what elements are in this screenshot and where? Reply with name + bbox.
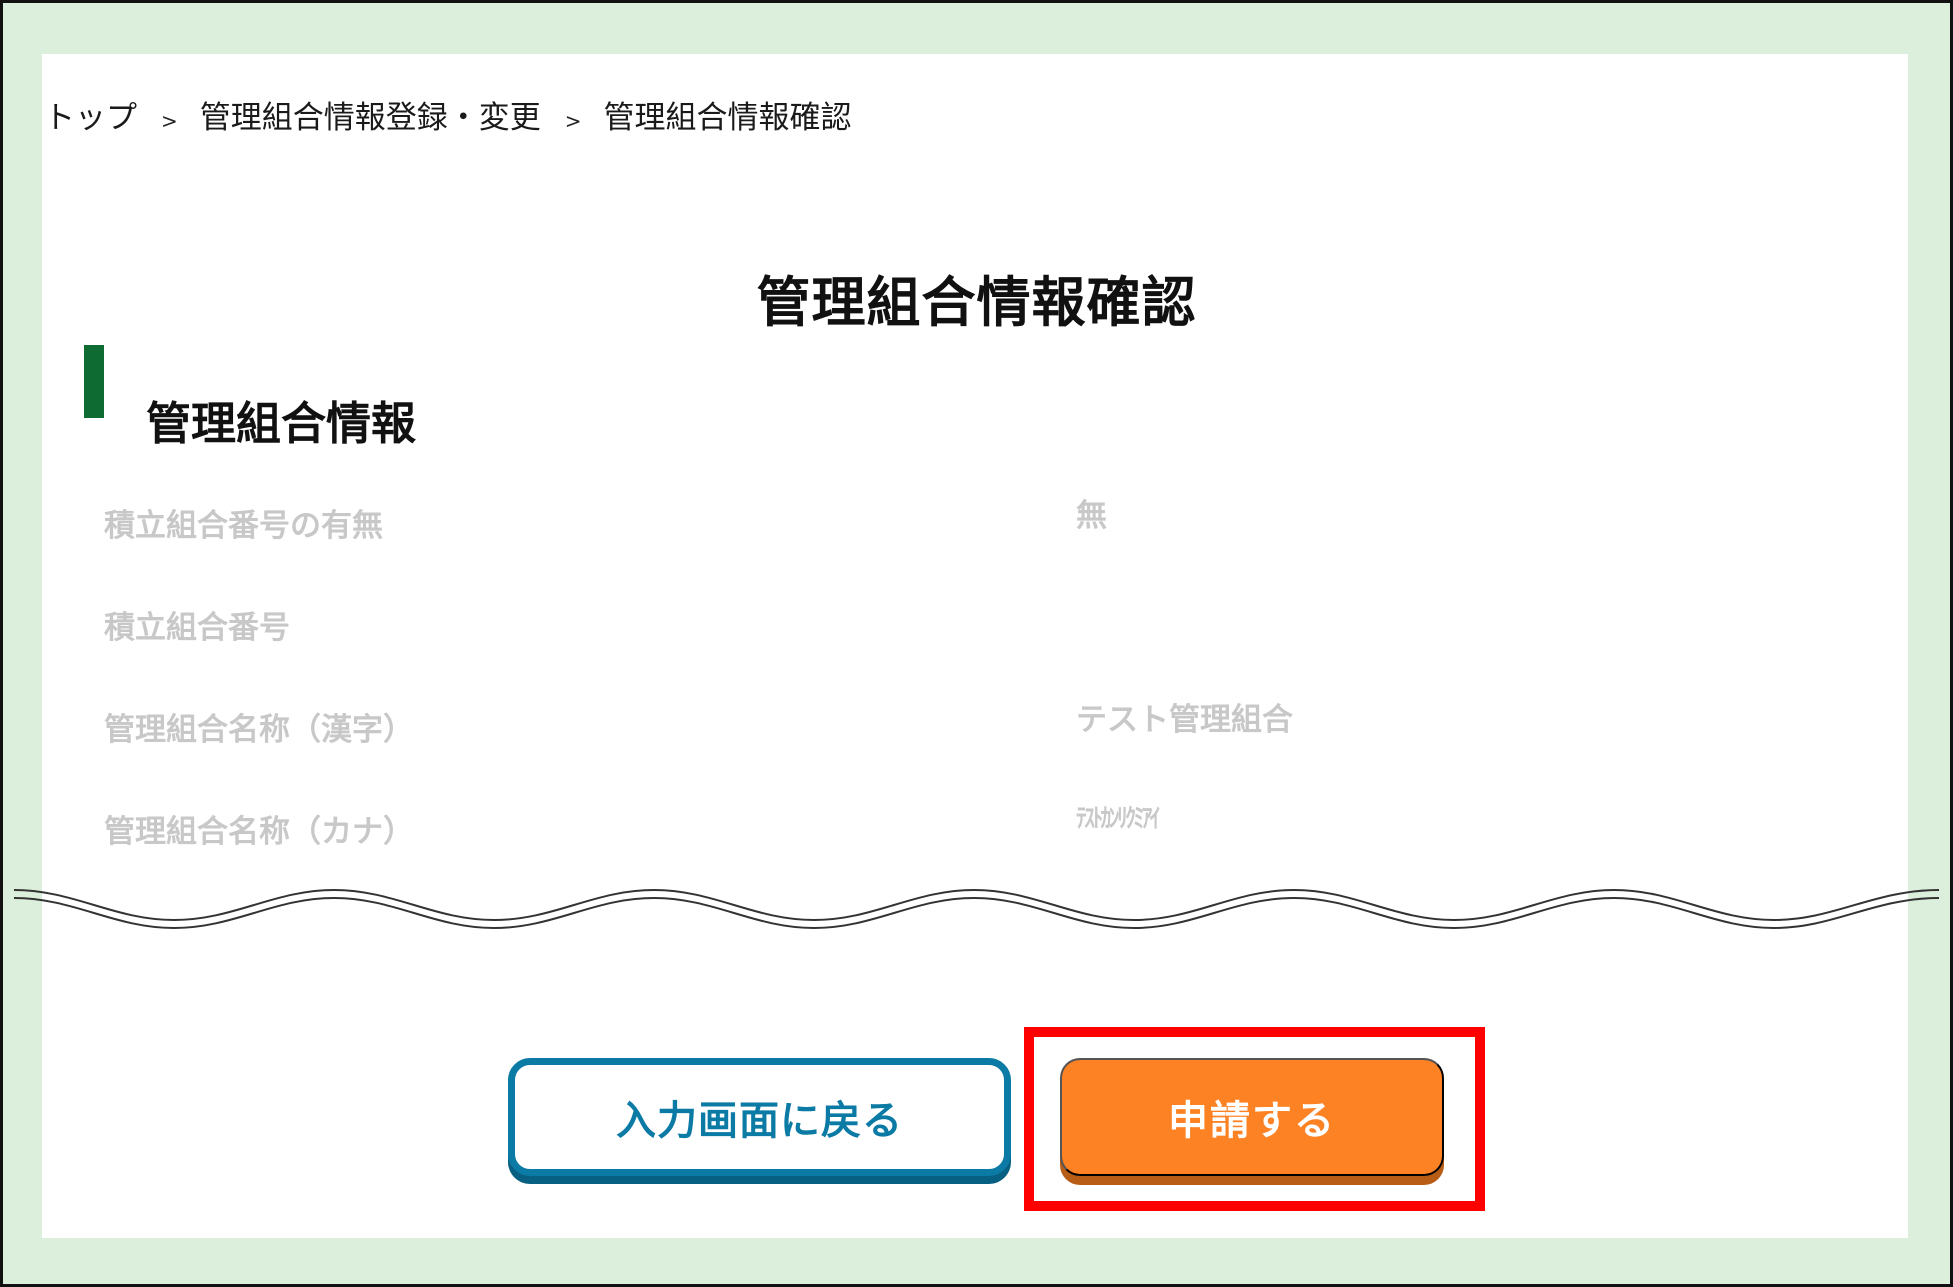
wave-divider (14, 888, 1939, 930)
apply-button[interactable]: 申請する (1060, 1058, 1444, 1176)
breadcrumb-separator: > (161, 109, 178, 133)
row-label-deposit-number-exists: 積立組合番号の有無 (104, 508, 383, 544)
section-accent-bar (84, 345, 104, 418)
wave-line-inner (14, 896, 1939, 930)
wave-line-outer (14, 888, 1939, 922)
row-label-deposit-number: 積立組合番号 (104, 610, 290, 646)
back-to-input-button[interactable]: 入力画面に戻る (508, 1058, 1011, 1176)
breadcrumb-link-registration[interactable]: 管理組合情報登録・変更 (200, 92, 541, 137)
breadcrumb-link-top[interactable]: トップ (44, 92, 137, 137)
page-title: 管理組合情報確認 (756, 271, 1197, 335)
row-value-association-name-kana: ﾃｽﾄｶﾝﾘｸﾐｱｲ (1076, 804, 1160, 834)
row-label-association-name-kanji: 管理組合名称（漢字） (104, 712, 414, 748)
section-title: 管理組合情報 (146, 397, 417, 451)
row-value-association-name-kanji: テスト管理組合 (1076, 702, 1293, 738)
breadcrumb: トップ > 管理組合情報登録・変更 > 管理組合情報確認 (44, 92, 852, 137)
breadcrumb-separator: > (564, 109, 582, 133)
row-label-association-name-kana: 管理組合名称（カナ） (104, 814, 414, 850)
breadcrumb-current: 管理組合情報確認 (603, 100, 852, 136)
row-value-deposit-number-exists: 無 (1076, 498, 1107, 534)
